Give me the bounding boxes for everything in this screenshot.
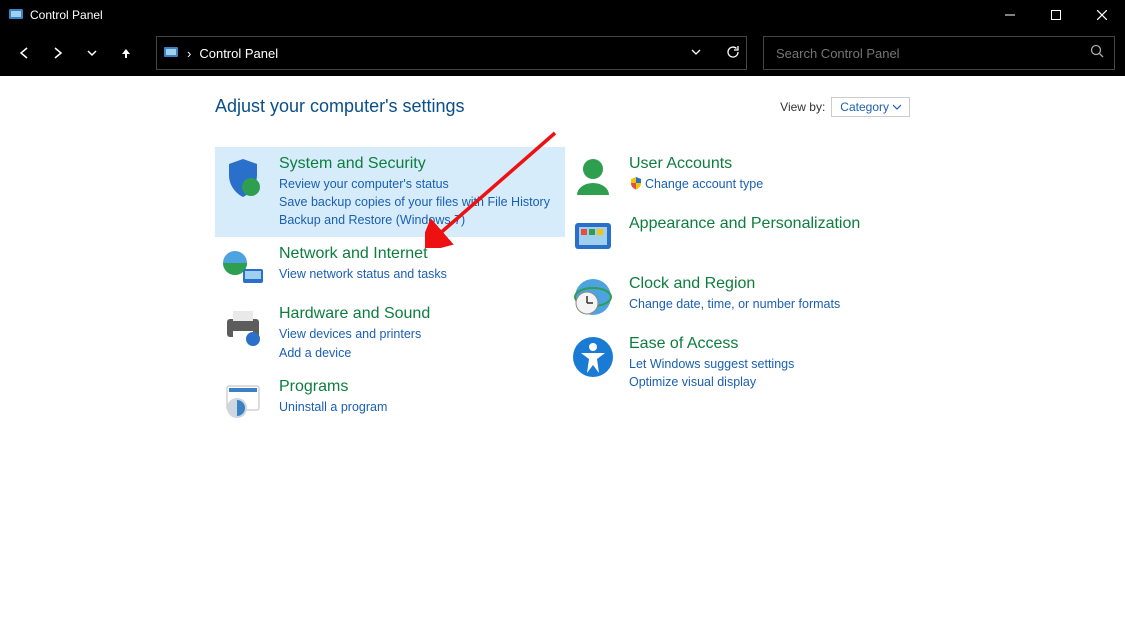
content-area: Adjust your computer's settings View by:… [0, 76, 1125, 634]
shield-icon [221, 155, 265, 199]
category-title[interactable]: Hardware and Sound [279, 305, 430, 323]
category-title[interactable]: Network and Internet [279, 245, 447, 263]
chevron-down-icon [893, 103, 901, 111]
viewby-value: Category [840, 100, 889, 114]
forward-button[interactable] [44, 39, 72, 67]
category-sublink[interactable]: Uninstall a program [279, 398, 387, 416]
viewby-label: View by: [780, 100, 825, 114]
category-appearance-and-personalization: Appearance and Personalization [565, 207, 915, 267]
category-network-and-internet: Network and Internet View network status … [215, 237, 565, 297]
titlebar: Control Panel [0, 0, 1125, 30]
category-clock-and-region: Clock and Region Change date, time, or nu… [565, 267, 915, 327]
address-bar[interactable]: › Control Panel [156, 36, 747, 70]
category-sublink[interactable]: View network status and tasks [279, 265, 447, 283]
category-title[interactable]: System and Security [279, 155, 550, 173]
navbar: › Control Panel [0, 30, 1125, 76]
category-sublink[interactable]: View devices and printers [279, 325, 430, 343]
breadcrumb-location[interactable]: Control Panel [199, 46, 278, 61]
programs-icon [221, 378, 265, 422]
category-sublink[interactable]: Review your computer's status [279, 175, 550, 193]
category-sublink[interactable]: Change account type [629, 175, 763, 193]
minimize-button[interactable] [987, 0, 1033, 30]
close-button[interactable] [1079, 0, 1125, 30]
category-hardware-and-sound: Hardware and Sound View devices and print… [215, 297, 565, 369]
address-dropdown-icon[interactable] [690, 46, 702, 61]
appearance-icon [571, 215, 615, 259]
search-input[interactable] [774, 45, 1090, 62]
maximize-button[interactable] [1033, 0, 1079, 30]
category-sublink[interactable]: Let Windows suggest settings [629, 355, 794, 373]
ease-icon [571, 335, 615, 379]
category-sublink[interactable]: Change date, time, or number formats [629, 295, 840, 313]
printer-icon [221, 305, 265, 349]
category-ease-of-access: Ease of Access Let Windows suggest settin… [565, 327, 915, 399]
category-title[interactable]: Ease of Access [629, 335, 794, 353]
up-button[interactable] [112, 39, 140, 67]
category-title[interactable]: Programs [279, 378, 387, 396]
category-user-accounts: User Accounts Change account type [565, 147, 915, 207]
view-by: View by: Category [780, 97, 910, 117]
uac-shield-icon [629, 176, 643, 190]
recent-dropdown[interactable] [78, 39, 106, 67]
category-sublink[interactable]: Add a device [279, 344, 430, 362]
category-title[interactable]: Clock and Region [629, 275, 840, 293]
page-title: Adjust your computer's settings [215, 96, 780, 117]
category-sublink[interactable]: Save backup copies of your files with Fi… [279, 193, 550, 211]
breadcrumb-sep: › [187, 46, 191, 61]
category-programs: Programs Uninstall a program [215, 370, 565, 430]
category-title[interactable]: User Accounts [629, 155, 763, 173]
address-icon [163, 45, 179, 61]
refresh-button[interactable] [726, 45, 740, 62]
category-sublink[interactable]: Optimize visual display [629, 373, 794, 391]
search-icon[interactable] [1090, 44, 1104, 63]
window-title: Control Panel [30, 8, 103, 22]
network-icon [221, 245, 265, 289]
control-panel-icon [8, 7, 24, 23]
user-icon [571, 155, 615, 199]
category-title[interactable]: Appearance and Personalization [629, 215, 860, 233]
viewby-dropdown[interactable]: Category [831, 97, 910, 117]
clock-icon [571, 275, 615, 319]
category-sublink[interactable]: Backup and Restore (Windows 7) [279, 211, 550, 229]
back-button[interactable] [10, 39, 38, 67]
category-system-and-security: System and Security Review your computer'… [215, 147, 565, 237]
search-bar[interactable] [763, 36, 1115, 70]
